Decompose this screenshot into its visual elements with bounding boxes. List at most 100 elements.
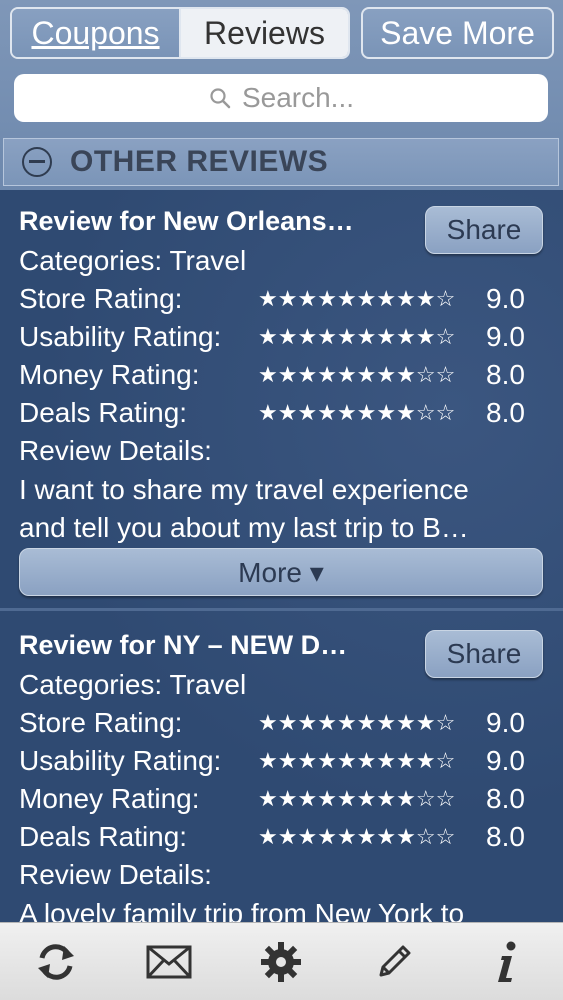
tab-reviews[interactable]: Reviews (179, 9, 348, 57)
segmented-control: Coupons Reviews (10, 7, 350, 59)
star-filled-icon: ★ (396, 710, 416, 735)
star-filled-icon: ★ (258, 400, 278, 425)
review-title: Review for New Orleans… (19, 206, 354, 236)
star-filled-icon: ★ (356, 786, 377, 811)
star-filled-icon: ★ (376, 324, 397, 349)
star-filled-icon: ★ (297, 362, 318, 387)
rating-score: 8.0 (486, 397, 525, 428)
star-filled-icon: ★ (336, 786, 357, 811)
review-title: Review for NY – NEW D… (19, 630, 348, 660)
star-filled-icon: ★ (356, 400, 377, 425)
star-empty-icon: ☆ (415, 824, 436, 849)
collapse-minus-icon[interactable] (22, 147, 52, 177)
star-filled-icon: ★ (356, 286, 377, 311)
review-card: Review for NY – NEW D… Share Categories:… (0, 614, 563, 922)
review-details-text: I want to share my travel experience (19, 474, 469, 505)
star-filled-icon: ★ (356, 748, 377, 773)
star-filled-icon: ★ (376, 748, 397, 773)
star-filled-icon: ★ (396, 400, 416, 425)
star-filled-icon: ★ (277, 710, 298, 735)
star-filled-icon: ★ (415, 286, 436, 311)
star-filled-icon: ★ (336, 710, 357, 735)
rating-stars: ★★★★★★★★☆☆ (258, 400, 455, 426)
star-filled-icon: ★ (356, 824, 377, 849)
card-divider (0, 608, 563, 611)
star-filled-icon: ★ (277, 786, 298, 811)
refresh-button[interactable] (16, 927, 96, 997)
star-empty-icon: ☆ (435, 286, 456, 311)
star-filled-icon: ★ (396, 324, 416, 349)
review-list[interactable]: Review for New Orleans… Share Categories… (0, 190, 563, 922)
star-filled-icon: ★ (277, 748, 298, 773)
star-filled-icon: ★ (396, 786, 416, 811)
star-filled-icon: ★ (317, 710, 337, 735)
star-filled-icon: ★ (317, 786, 337, 811)
edit-button[interactable] (354, 927, 434, 997)
rating-score: 8.0 (486, 783, 525, 814)
rating-score: 8.0 (486, 821, 525, 852)
star-filled-icon: ★ (277, 324, 298, 349)
star-filled-icon: ★ (258, 362, 278, 387)
review-categories: Categories: Travel (19, 669, 247, 700)
star-empty-icon: ☆ (435, 824, 456, 849)
star-filled-icon: ★ (258, 748, 278, 773)
star-filled-icon: ★ (376, 824, 397, 849)
settings-button[interactable] (241, 927, 321, 997)
info-icon (497, 941, 516, 982)
star-filled-icon: ★ (376, 710, 397, 735)
rating-score: 8.0 (486, 359, 525, 390)
more-button[interactable]: More ▾ (19, 548, 543, 596)
star-filled-icon: ★ (376, 286, 397, 311)
search-placeholder: Search... (241, 82, 355, 113)
star-filled-icon: ★ (356, 324, 377, 349)
star-filled-icon: ★ (336, 748, 357, 773)
star-filled-icon: ★ (277, 362, 298, 387)
share-button[interactable]: Share (425, 206, 543, 254)
star-filled-icon: ★ (376, 786, 397, 811)
info-button[interactable] (467, 927, 547, 997)
star-filled-icon: ★ (415, 710, 436, 735)
rating-label: Money Rating: (19, 359, 200, 390)
gear-icon (261, 941, 302, 982)
star-filled-icon: ★ (297, 400, 318, 425)
review-details-text: and tell you about my last trip to B… (19, 512, 469, 543)
rating-label: Deals Rating: (19, 821, 188, 852)
rating-label: Usability Rating: (19, 321, 222, 352)
star-filled-icon: ★ (356, 362, 377, 387)
star-empty-icon: ☆ (415, 786, 436, 811)
star-filled-icon: ★ (336, 824, 357, 849)
star-filled-icon: ★ (317, 400, 337, 425)
rating-stars: ★★★★★★★★☆☆ (258, 362, 455, 388)
star-filled-icon: ★ (336, 362, 357, 387)
section-header-other-reviews[interactable]: OTHER REVIEWS (3, 138, 559, 186)
search-input[interactable]: Search... (14, 74, 548, 122)
star-filled-icon: ★ (396, 824, 416, 849)
rating-label: Usability Rating: (19, 745, 222, 776)
share-button[interactable]: Share (425, 630, 543, 678)
bottom-toolbar (0, 922, 563, 1000)
review-details-label: Review Details: (19, 435, 212, 466)
star-filled-icon: ★ (258, 286, 278, 311)
star-empty-icon: ☆ (435, 748, 456, 773)
section-title: OTHER REVIEWS (70, 145, 329, 178)
star-filled-icon: ★ (277, 824, 298, 849)
save-more-button[interactable]: Save More (361, 7, 554, 59)
mail-button[interactable] (129, 927, 209, 997)
star-filled-icon: ★ (297, 786, 318, 811)
review-card: Review for New Orleans… Share Categories… (0, 190, 563, 610)
star-empty-icon: ☆ (435, 710, 456, 735)
pencil-icon (379, 945, 411, 976)
rating-stars: ★★★★★★★★★☆ (258, 710, 455, 736)
rating-label: Store Rating: (19, 707, 183, 738)
rating-label: Deals Rating: (19, 397, 188, 428)
star-empty-icon: ☆ (435, 324, 456, 349)
star-filled-icon: ★ (376, 400, 397, 425)
rating-stars: ★★★★★★★★★☆ (258, 286, 455, 312)
star-empty-icon: ☆ (415, 362, 436, 387)
rating-label: Store Rating: (19, 283, 183, 314)
rating-stars: ★★★★★★★★☆☆ (258, 786, 455, 812)
tab-coupons[interactable]: Coupons (12, 9, 179, 57)
star-filled-icon: ★ (258, 786, 278, 811)
star-filled-icon: ★ (297, 748, 318, 773)
star-filled-icon: ★ (258, 824, 278, 849)
